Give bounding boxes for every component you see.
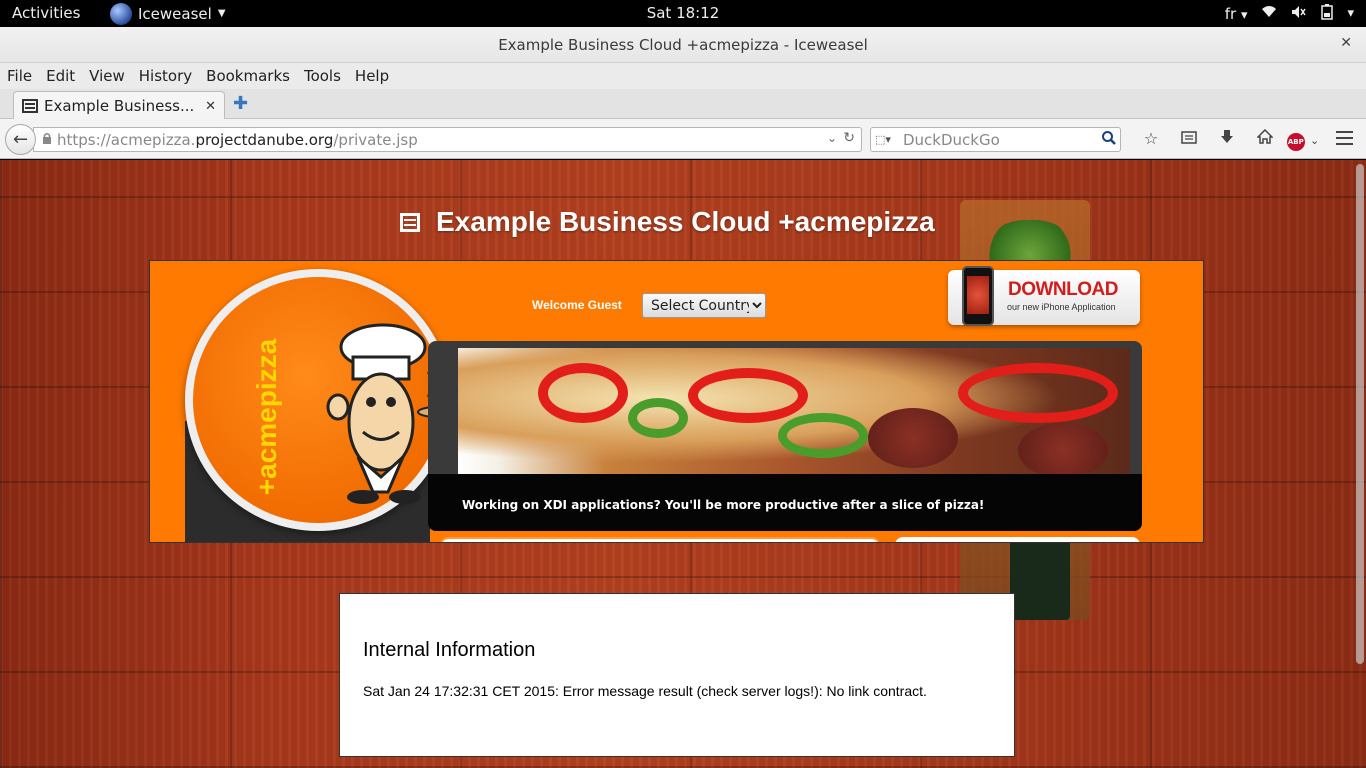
home-icon[interactable]	[1246, 128, 1284, 151]
caret-down-icon: ▼	[217, 8, 226, 19]
url-domain: projectdanube.org	[195, 130, 334, 149]
photo-pepper	[958, 363, 1118, 423]
system-tray: fr ▾ ▾	[1225, 0, 1354, 27]
acmepizza-logo[interactable]: +acmepizza	[193, 277, 479, 523]
banner-tab-right[interactable]	[895, 537, 1140, 542]
caret-down-icon: ▾	[1240, 7, 1248, 23]
menu-edit[interactable]: Edit	[46, 67, 75, 85]
menu-bookmarks[interactable]: Bookmarks	[206, 67, 290, 85]
caret-down-icon[interactable]: ▾	[1347, 6, 1354, 21]
download-icon[interactable]	[1208, 129, 1246, 151]
app-menu-label: Iceweasel	[138, 4, 212, 23]
url-path: /private.jsp	[333, 130, 418, 149]
page-scrollbar[interactable]	[1356, 164, 1364, 664]
keyboard-layout-indicator[interactable]: fr ▾	[1225, 5, 1248, 23]
menu-icon[interactable]	[1336, 131, 1353, 145]
window-title: Example Business Cloud +acmepizza - Icew…	[498, 36, 868, 54]
acmepizza-banner: +acmepizza Welcome Guest Select Country …	[149, 260, 1204, 543]
adblock-icon[interactable]: ABP ⌄	[1284, 129, 1322, 151]
menu-file[interactable]: File	[7, 67, 32, 85]
search-input[interactable]	[903, 130, 1093, 149]
chevron-down-icon: ⌄	[1309, 134, 1320, 147]
wifi-icon[interactable]	[1261, 5, 1277, 22]
tab-page-icon	[22, 99, 38, 113]
tab-strip: Example Business... ✕ ✚	[0, 89, 1366, 120]
info-heading: Internal Information	[363, 639, 536, 661]
toolbar-icons: ☆ ABP ⌄	[1132, 128, 1322, 151]
tab-label: Example Business...	[44, 97, 195, 115]
navigation-bar: https://acmepizza.projectdanube.org/priv…	[0, 119, 1366, 159]
window-titlebar: Example Business Cloud +acmepizza - Icew…	[0, 27, 1366, 63]
photo-green-pepper	[778, 413, 868, 458]
page-title: Example Business Cloud +acmepizza	[436, 206, 935, 237]
iphone-icon	[962, 266, 994, 326]
adblock-badge: ABP	[1286, 133, 1305, 151]
welcome-text: Welcome Guest	[532, 298, 622, 312]
search-engine-icon[interactable]: ⬚▾	[875, 133, 903, 146]
reload-icon[interactable]: ↻	[843, 130, 855, 146]
menu-view[interactable]: View	[89, 67, 125, 85]
close-icon[interactable]: ✕	[205, 99, 216, 114]
banner-tab-left[interactable]	[440, 537, 880, 542]
battery-icon[interactable]	[1321, 3, 1334, 24]
search-icon[interactable]	[1101, 130, 1117, 150]
url-bar[interactable]: https://acmepizza.projectdanube.org/priv…	[33, 127, 862, 152]
info-message: Sat Jan 24 17:32:31 CET 2015: Error mess…	[363, 683, 927, 699]
logo-text: +acmepizza	[251, 338, 282, 496]
activities-button[interactable]: Activities	[12, 4, 80, 22]
pizza-photo	[458, 348, 1130, 474]
chevron-down-icon[interactable]: ⌄	[827, 131, 837, 145]
volume-icon[interactable]	[1291, 5, 1307, 23]
url-text: https://acmepizza.projectdanube.org/priv…	[57, 131, 418, 149]
page-icon	[400, 212, 420, 232]
photo-pepper	[688, 368, 808, 423]
menu-tools[interactable]: Tools	[304, 67, 341, 85]
menu-help[interactable]: Help	[355, 67, 389, 85]
clock[interactable]: Sat 18:12	[647, 4, 720, 22]
banner-caption: Working on XDI applications? You'll be m…	[462, 498, 985, 512]
background-pot	[1010, 540, 1070, 620]
tab-example-business[interactable]: Example Business... ✕	[13, 91, 225, 120]
system-top-bar: Activities Iceweasel ▼ Sat 18:12 fr ▾ ▾	[0, 0, 1366, 27]
internal-info-box: Internal Information Sat Jan 24 17:32:31…	[339, 593, 1015, 757]
bookmark-star-icon[interactable]: ☆	[1132, 129, 1170, 151]
menu-bar: File Edit View History Bookmarks Tools H…	[0, 63, 1366, 89]
web-page: Example Business Cloud +acmepizza +acmep…	[0, 160, 1366, 768]
back-icon: ←	[12, 129, 29, 150]
back-button[interactable]: ←	[5, 124, 36, 155]
app-menu[interactable]: Iceweasel ▼	[110, 0, 226, 27]
photo-salami	[1018, 423, 1108, 474]
photo-salami	[868, 408, 958, 468]
new-tab-icon[interactable]: ✚	[233, 93, 248, 114]
download-subtitle: our new iPhone Application	[1007, 302, 1116, 312]
keyboard-layout-label: fr	[1224, 4, 1237, 23]
reading-list-icon[interactable]	[1170, 129, 1208, 151]
globe-icon	[110, 2, 132, 25]
url-prefix: https://acmepizza.	[57, 130, 196, 149]
close-icon[interactable]: ✕	[1340, 35, 1352, 51]
lock-icon	[42, 132, 52, 147]
page-heading: Example Business Cloud +acmepizza	[400, 206, 935, 238]
menu-history[interactable]: History	[139, 67, 192, 85]
search-bar[interactable]: ⬚▾	[870, 127, 1121, 152]
photo-pepper	[538, 363, 628, 423]
country-select[interactable]: Select Country	[642, 293, 766, 318]
download-title: DOWNLOAD	[1008, 279, 1118, 300]
photo-green-pepper	[628, 398, 688, 438]
download-app-button[interactable]: DOWNLOAD our new iPhone Application	[948, 266, 1140, 326]
